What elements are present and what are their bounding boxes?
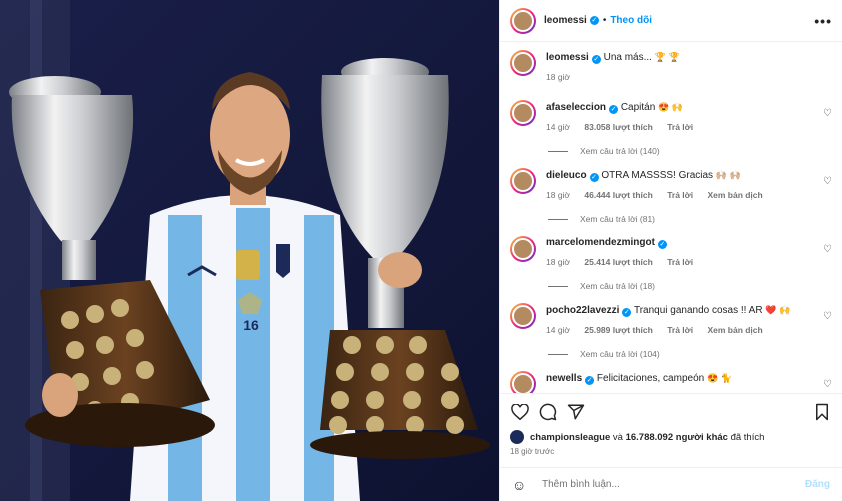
avatar[interactable] <box>510 371 536 393</box>
likes-suffix: đã thích <box>730 431 765 443</box>
liker-avatar <box>510 430 524 444</box>
comment-text: Felicitaciones, campeón <box>596 373 705 384</box>
likes-connector: và <box>612 431 623 443</box>
view-replies-button[interactable]: Xem câu trả lời (81) <box>548 214 832 224</box>
bookmark-icon[interactable] <box>812 402 832 422</box>
emoji-icon[interactable]: ☺ <box>512 477 530 493</box>
more-options-icon[interactable]: ••• <box>814 13 832 29</box>
comment-emoji: 😍 🐈 <box>706 373 732 383</box>
likes-others[interactable]: 16.788.092 người khác <box>626 432 728 443</box>
comment-icon[interactable] <box>538 402 558 422</box>
comment-time: 14 giờ <box>546 325 571 335</box>
avatar[interactable] <box>510 303 536 329</box>
reply-button[interactable]: Trả lời <box>667 325 693 335</box>
comments-panel: leomessi ✓ • Theo dõi ••• leomessi ✓ Una … <box>499 0 842 501</box>
reply-button[interactable]: Trả lời <box>667 190 693 200</box>
heart-icon[interactable]: ♡ <box>823 244 832 255</box>
caption-text: Una más... <box>603 52 652 63</box>
comments-list[interactable]: leomessi ✓ Una más... 🏆 🏆 18 giờ afaselec… <box>500 42 842 393</box>
comment-item: marcelomendezmingot ✓ 18 giờ 25.414 lượt … <box>510 236 832 269</box>
post-dialog: 16 leomessi ✓ • Theo dõi ••• leomessi ✓ … <box>0 0 842 501</box>
avatar[interactable] <box>510 168 536 194</box>
share-icon[interactable] <box>566 402 586 422</box>
comment-emoji: 🙌🏼 🙌🏼 <box>715 170 741 180</box>
comment-likes[interactable]: 83.058 lượt thích <box>584 122 652 132</box>
comment-item: dieleuco ✓ OTRA MASSSS! Gracias 🙌🏼 🙌🏼 18 … <box>510 168 832 202</box>
comment-username[interactable]: dieleuco <box>546 170 587 181</box>
comment-text: OTRA MASSSS! Gracias <box>601 170 714 181</box>
caption: leomessi ✓ Una más... 🏆 🏆 18 giờ <box>510 50 832 84</box>
avatar[interactable] <box>510 100 536 126</box>
caption-emoji: 🏆 🏆 <box>654 52 680 62</box>
action-bar <box>500 393 842 429</box>
comment-text: Tranqui ganando cosas !! AR <box>633 305 763 316</box>
comment-time: 18 giờ <box>546 190 571 200</box>
verified-badge-icon: ✓ <box>591 55 601 64</box>
comment-username[interactable]: marcelomendezmingot <box>546 237 655 248</box>
post-header: leomessi ✓ • Theo dõi ••• <box>500 0 842 42</box>
comment-emoji: 😍 🙌 <box>658 102 683 112</box>
post-comment-button[interactable]: Đăng <box>805 479 830 490</box>
caption-username[interactable]: leomessi <box>546 52 589 63</box>
comment-item: newells ✓ Felicitaciones, campeón 😍 🐈 ♡ <box>510 371 832 393</box>
comment-likes[interactable]: 25.414 lượt thích <box>584 257 652 267</box>
separator-dot: • <box>602 15 607 26</box>
comment-input[interactable] <box>542 479 805 490</box>
reply-button[interactable]: Trả lời <box>667 122 693 132</box>
avatar[interactable] <box>510 50 536 76</box>
comment-time: 18 giờ <box>546 257 571 267</box>
comment-username[interactable]: newells <box>546 373 582 384</box>
caption-time: 18 giờ <box>546 72 571 82</box>
heart-icon[interactable]: ♡ <box>823 379 832 390</box>
comment-emoji: ❤️ 🙌 <box>765 305 791 315</box>
view-replies-button[interactable]: Xem câu trả lời (140) <box>548 146 832 156</box>
jersey-number: 16 <box>243 317 259 333</box>
comment-text: Capitán <box>620 102 656 113</box>
reply-button[interactable]: Trả lời <box>667 257 693 267</box>
comment-username[interactable]: afaseleccion <box>546 102 606 113</box>
heart-icon[interactable]: ♡ <box>823 176 832 187</box>
view-replies-button[interactable]: Xem câu trả lời (104) <box>548 349 832 359</box>
verified-badge-icon: ✓ <box>589 173 599 182</box>
comment-likes[interactable]: 46.444 lượt thích <box>584 190 652 200</box>
verified-badge-icon: ✓ <box>585 376 595 385</box>
comment-item: pocho22lavezzi ✓ Tranqui ganando cosas !!… <box>510 303 832 337</box>
comment-time: 14 giờ <box>546 122 571 132</box>
translate-button[interactable]: Xem bản dịch <box>707 190 762 200</box>
comment-likes[interactable]: 25.989 lượt thích <box>584 325 652 335</box>
heart-icon[interactable]: ♡ <box>823 108 832 119</box>
verified-badge-icon: ✓ <box>657 240 667 249</box>
translate-button[interactable]: Xem bản dịch <box>707 325 762 335</box>
verified-badge-icon: ✓ <box>609 105 619 114</box>
author-username[interactable]: leomessi <box>544 15 587 26</box>
post-timestamp[interactable]: 18 giờ trước <box>500 445 842 467</box>
verified-badge-icon: ✓ <box>622 308 632 317</box>
heart-icon[interactable] <box>510 402 530 422</box>
comment-item: afaseleccion ✓ Capitán 😍 🙌 14 giờ 83.058 … <box>510 100 832 134</box>
likes-summary[interactable]: championsleague và 16.788.092 người khác… <box>500 429 842 445</box>
add-comment-bar: ☺ Đăng <box>500 467 842 501</box>
post-photo[interactable]: 16 <box>0 0 499 501</box>
comment-username[interactable]: pocho22lavezzi <box>546 305 619 316</box>
heart-icon[interactable]: ♡ <box>823 311 832 322</box>
avatar[interactable] <box>510 7 536 34</box>
photo-illustration: 16 <box>0 0 499 501</box>
verified-badge-icon: ✓ <box>589 16 599 25</box>
view-replies-button[interactable]: Xem câu trả lời (18) <box>548 281 832 291</box>
avatar[interactable] <box>510 236 536 262</box>
liker-username[interactable]: championsleague <box>530 432 610 443</box>
follow-button[interactable]: Theo dõi <box>610 15 652 26</box>
